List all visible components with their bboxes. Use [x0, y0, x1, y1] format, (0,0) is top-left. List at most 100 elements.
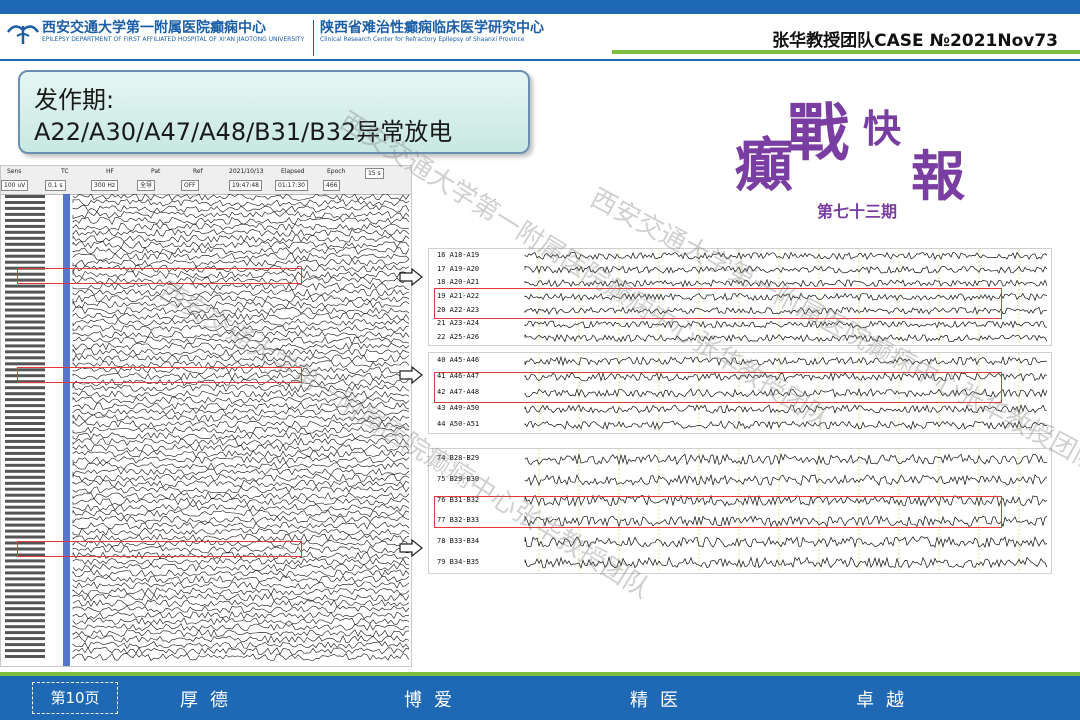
channel-label-mark [5, 469, 45, 473]
eeg-trace [72, 611, 410, 620]
arrow-right-icon [399, 268, 423, 286]
channel-label-mark [5, 404, 45, 408]
top-bar [0, 0, 1080, 14]
channel-label-mark [5, 224, 45, 228]
eeg-trace [72, 515, 410, 524]
header-divider [313, 20, 314, 56]
channel-label-mark [5, 326, 45, 330]
channel-label-mark [5, 296, 45, 300]
channel-label: 44 A50-A51 [437, 420, 480, 428]
channel-label-mark [5, 523, 45, 527]
channel-label: 40 A45-A46 [437, 356, 480, 364]
brand-char-2: 戰 [787, 96, 850, 169]
highlight-b31-b32 [17, 541, 302, 557]
channel-label-mark [5, 434, 45, 437]
eeg-trace [72, 252, 410, 261]
time-field[interactable]: 19:47:48 [229, 180, 262, 191]
eeg-trace [72, 593, 410, 602]
toolbar-label-sens: Sens [7, 168, 22, 175]
eeg-trace [72, 449, 410, 459]
epoch-field[interactable]: 466 [323, 180, 341, 191]
channel-label-mark [5, 416, 45, 420]
footer-word-4: 卓越 [856, 690, 916, 711]
pat-select[interactable]: 全导 [137, 180, 156, 191]
channel-label: 22 A25-A26 [437, 333, 480, 342]
timebase-select[interactable]: 15 s [365, 168, 384, 179]
channel-label-mark [5, 344, 45, 348]
eeg-trace [72, 646, 410, 656]
channel-label-mark [5, 386, 45, 390]
arrow-right-icon [399, 366, 423, 384]
eeg-trace [72, 503, 410, 512]
eeg-trace [72, 240, 410, 249]
eeg-trace [72, 223, 410, 231]
hospital-sub: EPILEPSY DEPARTMENT OF FIRST AFFILIATED … [42, 36, 305, 43]
toolbar-label-epoch: Epoch [327, 168, 346, 175]
channel-label: 79 B34-B35 [437, 557, 480, 566]
eeg-trace [72, 485, 410, 494]
eeg-trace [72, 300, 410, 309]
issue-number: 第七十三期 [817, 202, 898, 221]
eeg-trace [72, 509, 410, 518]
footer [0, 676, 1080, 720]
footer-logo-text: 脑医汇 [991, 636, 1045, 657]
channel-label-mark [5, 475, 45, 479]
elapsed-field[interactable]: 01:17:30 [275, 180, 308, 191]
channel-label-mark [5, 248, 45, 252]
eeg-trace [72, 194, 410, 201]
channel-label-mark [5, 362, 45, 366]
channel-label-mark [5, 457, 45, 461]
eeg-trace [72, 652, 410, 661]
channel-label-mark [5, 218, 45, 222]
channel-label-mark [5, 338, 45, 342]
eeg-trace [72, 491, 410, 500]
channel-label-mark [5, 601, 45, 605]
channel-label-mark [5, 625, 45, 629]
channel-label: 18 A20-A21 [437, 278, 480, 287]
header-accent-line [612, 50, 1080, 54]
channel-label-mark [5, 493, 45, 497]
channel-label-mark [5, 463, 45, 467]
ref-select[interactable]: OFF [181, 180, 199, 191]
brand-char-4: 報 [911, 144, 965, 208]
tc-select[interactable]: 0.1 s [45, 180, 66, 191]
channel-label-mark [5, 631, 45, 635]
channel-label-mark [5, 649, 45, 653]
toolbar-label-tc: TC [61, 168, 69, 175]
channel-label: 17 A19-A20 [437, 264, 480, 273]
eeg-trace [72, 473, 410, 482]
channel-label: 16 A18-A19 [437, 250, 480, 259]
hf-select[interactable]: 300 Hz [91, 180, 119, 191]
channel-label-mark [5, 451, 45, 455]
eeg-trace [72, 294, 410, 303]
eeg-trace [72, 455, 410, 464]
eeg-trace [524, 452, 1048, 466]
channel-label-mark [5, 230, 45, 234]
channel-label-mark [5, 314, 45, 318]
eeg-trace [72, 575, 410, 584]
channel-label-mark [5, 290, 45, 294]
channel-label-mark [5, 613, 45, 617]
eeg-trace [72, 432, 410, 440]
channel-label: 43 A49-A50 [437, 404, 480, 412]
eeg-trace [72, 210, 410, 219]
title-line-1: 发作期: [34, 86, 115, 114]
center-name: 陕西省难治性癫痫临床医学研究中心 [320, 20, 544, 36]
toolbar-label-ref: Ref [193, 168, 203, 175]
eeg-trace [72, 605, 410, 614]
eeg-trace [72, 461, 410, 470]
footer-word-2: 博爱 [404, 690, 464, 711]
sens-select[interactable]: 100 uV [1, 180, 29, 191]
eeg-trace [524, 420, 1048, 431]
eeg-trace [72, 641, 410, 650]
eeg-trace [72, 282, 410, 291]
channel-label-mark [5, 320, 45, 324]
page-number: 第10页 [32, 682, 118, 714]
channel-label-mark [5, 643, 45, 647]
channel-label-mark [5, 392, 45, 396]
eeg-trace [524, 473, 1048, 487]
brand-char-3: 快 [863, 106, 902, 151]
eeg-trace [72, 581, 410, 590]
eeg-trace [72, 288, 410, 297]
channel-selection-strip[interactable] [63, 194, 70, 666]
